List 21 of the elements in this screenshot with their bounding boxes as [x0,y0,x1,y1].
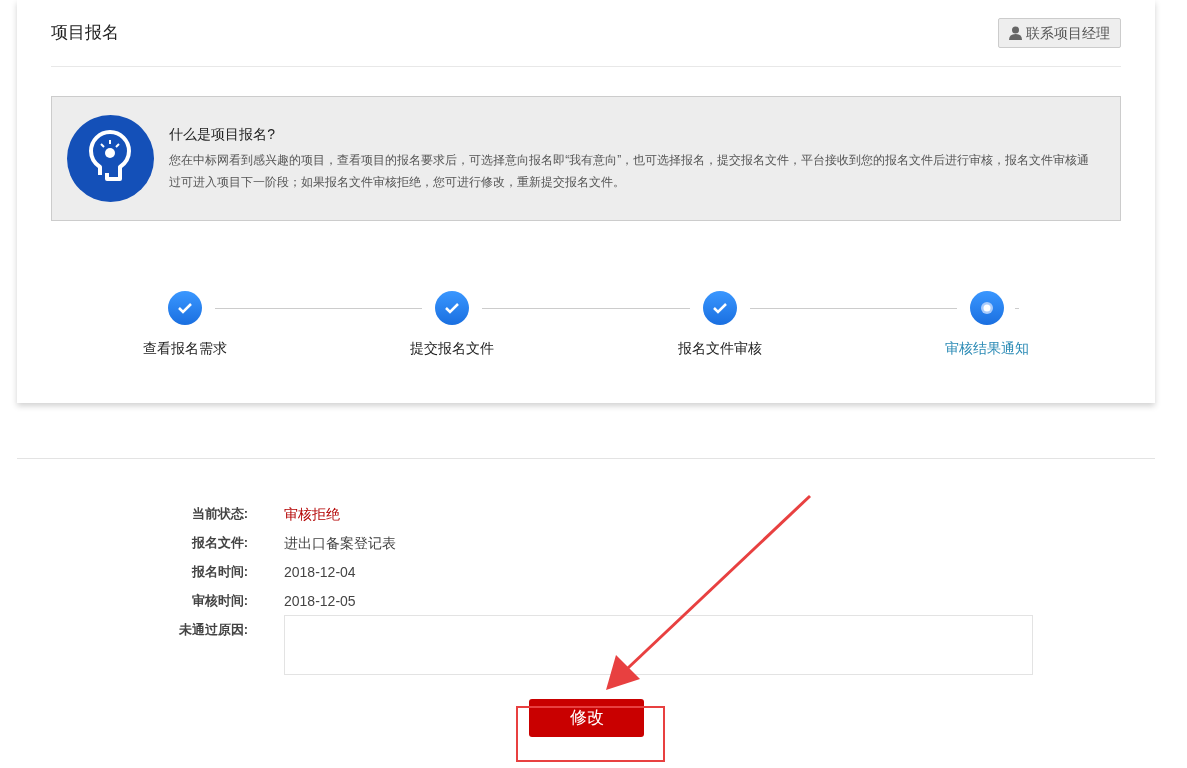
info-title: 什么是项目报名? [169,125,276,144]
field-label: 报名时间: [190,563,249,581]
info-description: 您在中标网看到感兴趣的项目，查看项目的报名要求后，可选择意向报名即“我有意向”，也可选择报名，提交报名文件，平台接收到您的报名文件后进行审核，报名文件审核通过可进入项目下一阶段；如果报名文件审核拒绝，您可进行修改，重新提交报名文件。 [169,152,1091,191]
step-label: 查看报名需求 [142,339,227,358]
field-label: 未通过原因: [177,621,249,639]
person-icon [1009,26,1022,40]
step-label: 报名文件审核 [677,339,762,358]
field-label: 审核时间: [190,592,249,610]
field-value: 进出口备案登记表 [284,534,396,553]
status-value: 审核拒绝 [284,505,340,524]
contact-manager-button[interactable]: 联系项目经理 [998,18,1121,48]
field-value: 2018-12-05 [284,592,356,611]
edit-button[interactable]: 修改 [529,699,644,737]
page-title: 项目报名 [51,22,119,45]
field-label: 当前状态: [190,505,249,523]
field-label: 报名文件: [190,534,249,552]
lightbulb-icon [67,115,155,202]
reason-field[interactable] [284,615,1033,675]
field-value: 2018-12-04 [284,563,356,582]
step-label: 提交报名文件 [410,339,495,358]
step-label: 审核结果通知 [945,339,1030,358]
